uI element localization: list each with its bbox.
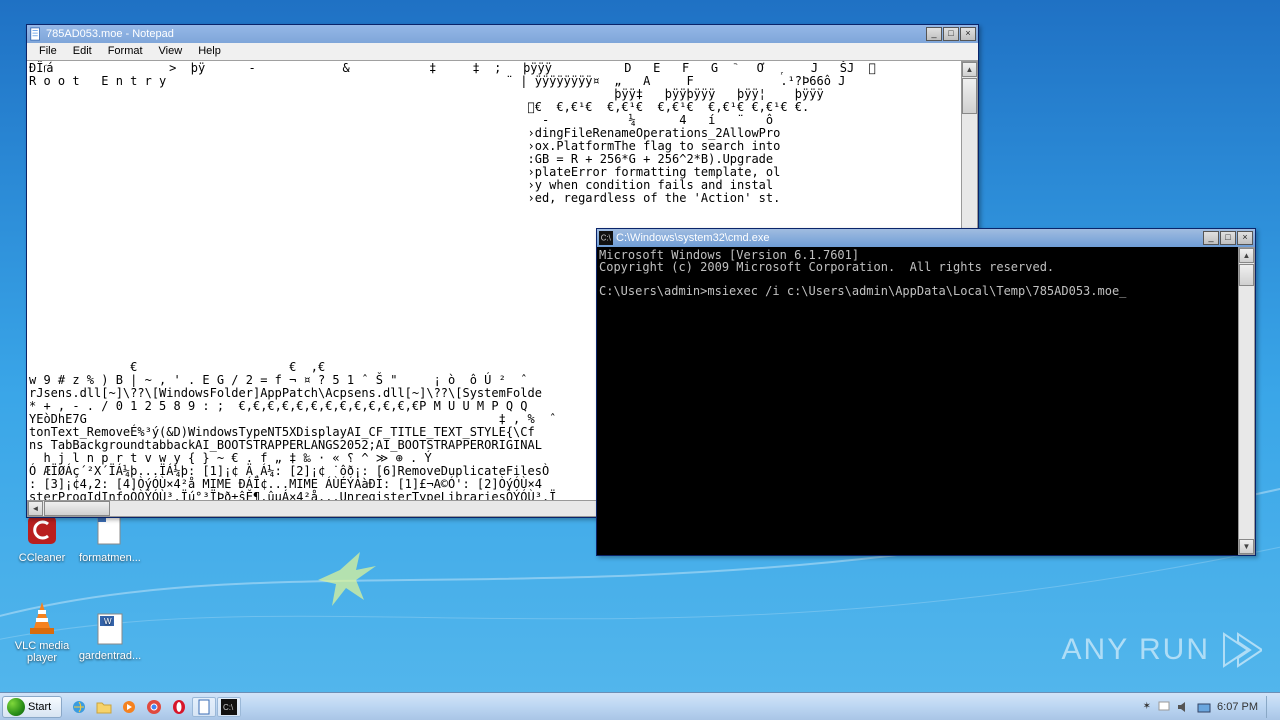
opera-icon xyxy=(171,699,187,715)
show-desktop-button[interactable] xyxy=(1266,696,1274,718)
quick-launch: C:\ xyxy=(67,697,241,717)
menu-format[interactable]: Format xyxy=(100,43,151,60)
desktop-icon-label: formatmen... xyxy=(79,552,141,564)
ql-wmp[interactable] xyxy=(117,697,141,717)
cmd-title: C:\Windows\system32\cmd.exe xyxy=(616,232,1202,244)
menu-file[interactable]: File xyxy=(31,43,65,60)
notepad-title: 785AD053.moe - Notepad xyxy=(46,28,925,40)
desktop-icon-gardentrad[interactable]: W gardentrad... xyxy=(78,608,142,662)
desktop-icon-ccleaner[interactable]: CCleaner xyxy=(10,510,74,564)
taskbar: Start C:\ ✶ 6:07 PM xyxy=(0,692,1280,720)
cmd-icon: C:\ xyxy=(221,699,237,715)
volume-icon[interactable] xyxy=(1177,700,1191,714)
maximize-button[interactable]: □ xyxy=(1220,231,1236,245)
wmp-icon xyxy=(121,699,137,715)
svg-text:W: W xyxy=(104,617,112,626)
ql-chrome[interactable] xyxy=(142,697,166,717)
desktop-icon-label: VLC media player xyxy=(15,640,69,664)
scroll-down-button[interactable]: ▼ xyxy=(1239,539,1254,554)
desktop-icon-label: gardentrad... xyxy=(79,650,141,662)
notepad-menubar: File Edit Format View Help xyxy=(27,43,978,61)
notepad-icon xyxy=(196,699,212,715)
minimize-button[interactable]: _ xyxy=(926,27,942,41)
svg-text:C:\: C:\ xyxy=(601,234,612,243)
vertical-scrollbar[interactable]: ▲ ▼ xyxy=(1238,247,1255,555)
chrome-icon xyxy=(146,699,162,715)
cmd-window: C:\ C:\Windows\system32\cmd.exe _ □ × Mi… xyxy=(596,228,1256,556)
maximize-button[interactable]: □ xyxy=(943,27,959,41)
desktop-icon-formatmen[interactable]: formatmen... xyxy=(78,510,142,564)
scroll-up-button[interactable]: ▲ xyxy=(1239,248,1254,263)
anyrun-watermark: ANY RUN xyxy=(1062,628,1262,672)
minimize-button[interactable]: _ xyxy=(1203,231,1219,245)
start-label: Start xyxy=(28,701,51,713)
scroll-left-button[interactable]: ◄ xyxy=(28,501,43,516)
ql-ie[interactable] xyxy=(67,697,91,717)
tray-clock[interactable]: 6:07 PM xyxy=(1217,701,1258,713)
scroll-thumb[interactable] xyxy=(962,78,977,114)
menu-edit[interactable]: Edit xyxy=(65,43,100,60)
play-icon xyxy=(1218,628,1262,672)
menu-help[interactable]: Help xyxy=(190,43,229,60)
close-button[interactable]: × xyxy=(1237,231,1253,245)
notepad-titlebar[interactable]: 785AD053.moe - Notepad _ □ × xyxy=(27,25,978,43)
ql-explorer[interactable] xyxy=(92,697,116,717)
cmd-text-area[interactable]: Microsoft Windows [Version 6.1.7601] Cop… xyxy=(597,247,1255,555)
scroll-thumb[interactable] xyxy=(1239,264,1254,286)
taskbar-item-cmd[interactable]: C:\ xyxy=(217,697,241,717)
tray-expand-icon[interactable]: ✶ xyxy=(1143,701,1151,712)
menu-view[interactable]: View xyxy=(151,43,191,60)
scroll-thumb[interactable] xyxy=(44,501,110,516)
svg-text:C:\: C:\ xyxy=(223,703,234,712)
ie-icon xyxy=(71,699,87,715)
folder-icon xyxy=(96,699,112,715)
start-button[interactable]: Start xyxy=(2,696,62,718)
desktop-icon-vlc[interactable]: VLC media player xyxy=(10,598,74,664)
windows-orb-icon xyxy=(7,698,25,716)
close-button[interactable]: × xyxy=(960,27,976,41)
flag-icon[interactable] xyxy=(1157,700,1171,714)
taskbar-item-notepad[interactable] xyxy=(192,697,216,717)
cmd-titlebar[interactable]: C:\ C:\Windows\system32\cmd.exe _ □ × xyxy=(597,229,1255,247)
cmd-icon: C:\ xyxy=(599,231,613,245)
network-icon[interactable] xyxy=(1197,700,1211,714)
ql-opera[interactable] xyxy=(167,697,191,717)
notepad-icon xyxy=(29,27,43,41)
scroll-up-button[interactable]: ▲ xyxy=(962,62,977,77)
system-tray: ✶ 6:07 PM xyxy=(1137,696,1280,718)
desktop-icon-label: CCleaner xyxy=(19,552,65,564)
